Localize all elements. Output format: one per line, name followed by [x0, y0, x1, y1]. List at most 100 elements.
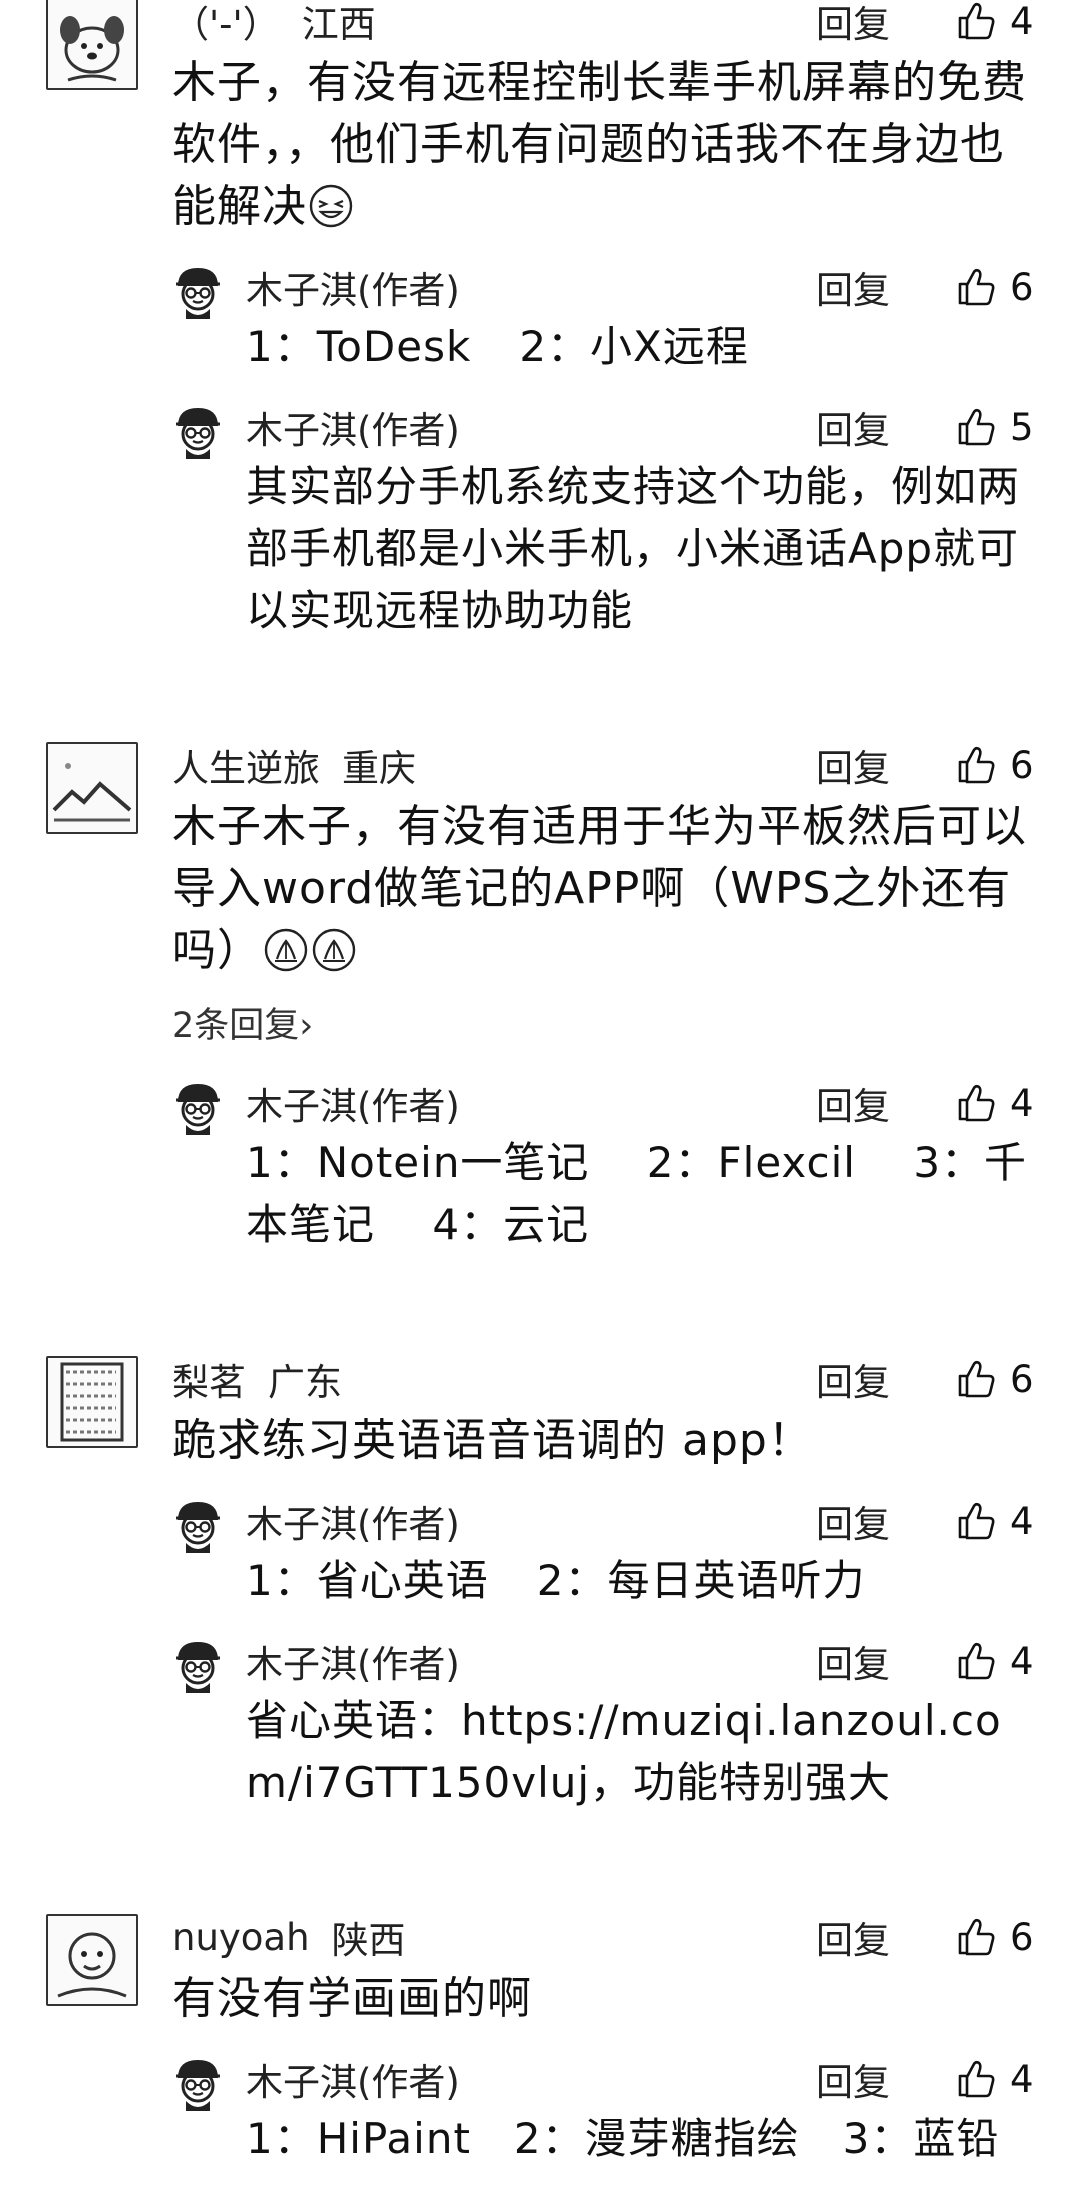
like-button[interactable]: 5: [954, 405, 1040, 449]
like-count: 5: [1010, 405, 1034, 449]
reply-header: 木子淇(作者) 回复 5: [246, 398, 1040, 456]
comment-item: 人生逆旅 重庆 回复 6 木子木子，有没有适用于华为平板然后可以导入word做笔…: [0, 734, 1080, 1256]
reply-button[interactable]: 回复: [816, 2052, 916, 2106]
user-location: 江西: [301, 3, 376, 46]
comment-header: nuyoah 陕西 回复 6: [172, 1906, 1040, 1968]
reply-item: 木子淇(作者) 回复 5 其实部分手机系统支持这个功能，例如两部手机都是小米手机…: [172, 398, 1040, 642]
like-button[interactable]: 6: [954, 743, 1040, 787]
comment-text: 有没有学画画的啊: [172, 1973, 532, 2024]
comment-item: nuyoah 陕西 回复 6 有没有学画画的啊 木子淇(作者) 回复 4 1：H…: [0, 1906, 1080, 2170]
option-1: 1：省心英语: [246, 1556, 489, 1605]
like-button[interactable]: 6: [954, 265, 1040, 309]
reply-button[interactable]: 回复: [816, 738, 916, 792]
reply-button[interactable]: 回复: [816, 0, 916, 48]
author-avatar[interactable]: [172, 2056, 224, 2112]
praying-hands-emoji-icon: [311, 927, 357, 973]
username[interactable]: （'-'）: [172, 0, 280, 48]
like-count: 4: [1010, 1499, 1034, 1543]
comment-text: 跪求练习英语语音语调的 app！: [172, 1415, 813, 1466]
like-button[interactable]: 4: [954, 1499, 1040, 1543]
comment-item: 梨茗 广东 回复 6 跪求练习英语语音语调的 app！ 木子淇(作者) 回复 4: [0, 1348, 1080, 1814]
like-button[interactable]: 6: [954, 1357, 1040, 1401]
option-1: 1：ToDesk: [246, 322, 472, 371]
like-button[interactable]: 4: [954, 0, 1040, 43]
reply-header: 木子淇(作者) 回复 4: [246, 1074, 1040, 1132]
username[interactable]: 木子淇(作者): [246, 1634, 460, 1688]
chevron-right-icon: ›: [299, 1006, 314, 1046]
reply-header: 木子淇(作者) 回复 4: [246, 1492, 1040, 1550]
comment-text: 木子木子，有没有适用于华为平板然后可以导入word做笔记的APP啊（WPS之外还…: [172, 801, 1027, 976]
reply-button[interactable]: 回复: [816, 400, 916, 454]
username[interactable]: 木子淇(作者): [246, 400, 460, 454]
reply-button[interactable]: 回复: [816, 260, 916, 314]
more-replies-link[interactable]: 2条回复›: [172, 998, 1040, 1054]
reply-text: 1：ToDesk 2：小X远程: [246, 316, 1040, 378]
like-button[interactable]: 6: [954, 1915, 1040, 1959]
user-location: 广东: [268, 1361, 342, 1404]
thumbs-up-icon: [954, 1915, 998, 1959]
mountain-avatar-icon: [52, 763, 132, 822]
comment-text: 木子，有没有远程控制长辈手机屏幕的免费软件，，他们手机有问题的话我不在身边也能解…: [172, 57, 1027, 232]
username[interactable]: 木子淇(作者): [246, 1494, 460, 1548]
reply-text: 其实部分手机系统支持这个功能，例如两部手机都是小米手机，小米通话App就可以实现…: [246, 462, 1021, 635]
user-location: 重庆: [342, 747, 416, 790]
reply-text: 1：HiPaint 2：漫芽糖指绘 3：蓝铅: [246, 2114, 1000, 2163]
avatar[interactable]: [46, 0, 138, 90]
like-button[interactable]: 4: [954, 2057, 1040, 2101]
author-avatar[interactable]: [172, 1498, 224, 1554]
reply-button[interactable]: 回复: [816, 1634, 916, 1688]
reply-text[interactable]: 省心英语：https://muziqi.lanzoul.com/i7GTT150…: [246, 1690, 1040, 1814]
reply-button[interactable]: 回复: [816, 1494, 916, 1548]
like-count: 4: [1010, 2057, 1034, 2101]
like-count: 4: [1010, 0, 1034, 43]
like-count: 6: [1010, 1915, 1034, 1959]
option-2: 2：每日英语听力: [536, 1556, 866, 1605]
reply-button[interactable]: 回复: [816, 1076, 916, 1130]
avatar[interactable]: [46, 1914, 138, 2006]
username[interactable]: 木子淇(作者): [246, 2052, 460, 2106]
thumbs-up-icon: [954, 1499, 998, 1543]
avatar[interactable]: [46, 1356, 138, 1448]
reply-item: 木子淇(作者) 回复 4 1：Notein一笔记 2：Flexcil 3：千本笔…: [172, 1074, 1040, 1256]
reply-item: 木子淇(作者) 回复 4 省心英语：https://muziqi.lanzoul…: [172, 1632, 1040, 1814]
laughing-face-emoji-icon: [308, 183, 354, 229]
comment-header: 人生逆旅 重庆 回复 6: [172, 734, 1040, 796]
reply-header: 木子淇(作者) 回复 4: [246, 1632, 1040, 1690]
author-avatar[interactable]: [172, 264, 224, 320]
comment-header: （'-'） 江西 回复 4: [172, 0, 1040, 52]
pattern-avatar-icon: [60, 1362, 124, 1442]
thumbs-up-icon: [954, 2057, 998, 2101]
like-count: 6: [1010, 743, 1034, 787]
thumbs-up-icon: [954, 1357, 998, 1401]
author-avatar[interactable]: [172, 404, 224, 460]
thumbs-up-icon: [954, 1081, 998, 1125]
author-avatar[interactable]: [172, 1080, 224, 1136]
reply-item: 木子淇(作者) 回复 4 1：HiPaint 2：漫芽糖指绘 3：蓝铅: [172, 2050, 1040, 2170]
reply-text: 1：省心英语 2：每日英语听力: [246, 1550, 1040, 1612]
thumbs-up-icon: [954, 743, 998, 787]
comment-header: 梨茗 广东 回复 6: [172, 1348, 1040, 1410]
reply-item: 木子淇(作者) 回复 4 1：省心英语 2：每日英语听力: [172, 1492, 1040, 1612]
like-count: 4: [1010, 1639, 1034, 1683]
dog-avatar-icon: [60, 16, 124, 82]
like-button[interactable]: 4: [954, 1081, 1040, 1125]
username[interactable]: 人生逆旅: [172, 738, 320, 792]
reply-button[interactable]: 回复: [816, 1910, 916, 1964]
like-count: 6: [1010, 265, 1034, 309]
reply-item: 木子淇(作者) 回复 6 1：ToDesk 2：小X远程: [172, 258, 1040, 378]
reply-button[interactable]: 回复: [816, 1352, 916, 1406]
user-location: 陕西: [331, 1919, 406, 1962]
thumbs-up-icon: [954, 0, 998, 43]
thumbs-up-icon: [954, 1639, 998, 1683]
like-button[interactable]: 4: [954, 1639, 1040, 1683]
option-2: 2：小X远程: [519, 322, 749, 371]
username[interactable]: nuyoah: [172, 1916, 310, 1959]
reply-header: 木子淇(作者) 回复 4: [246, 2050, 1040, 2108]
username[interactable]: 梨茗: [172, 1352, 246, 1406]
thumbs-up-icon: [954, 405, 998, 449]
like-count: 4: [1010, 1081, 1034, 1125]
username[interactable]: 木子淇(作者): [246, 1076, 460, 1130]
avatar[interactable]: [46, 742, 138, 834]
author-avatar[interactable]: [172, 1638, 224, 1694]
username[interactable]: 木子淇(作者): [246, 260, 460, 314]
